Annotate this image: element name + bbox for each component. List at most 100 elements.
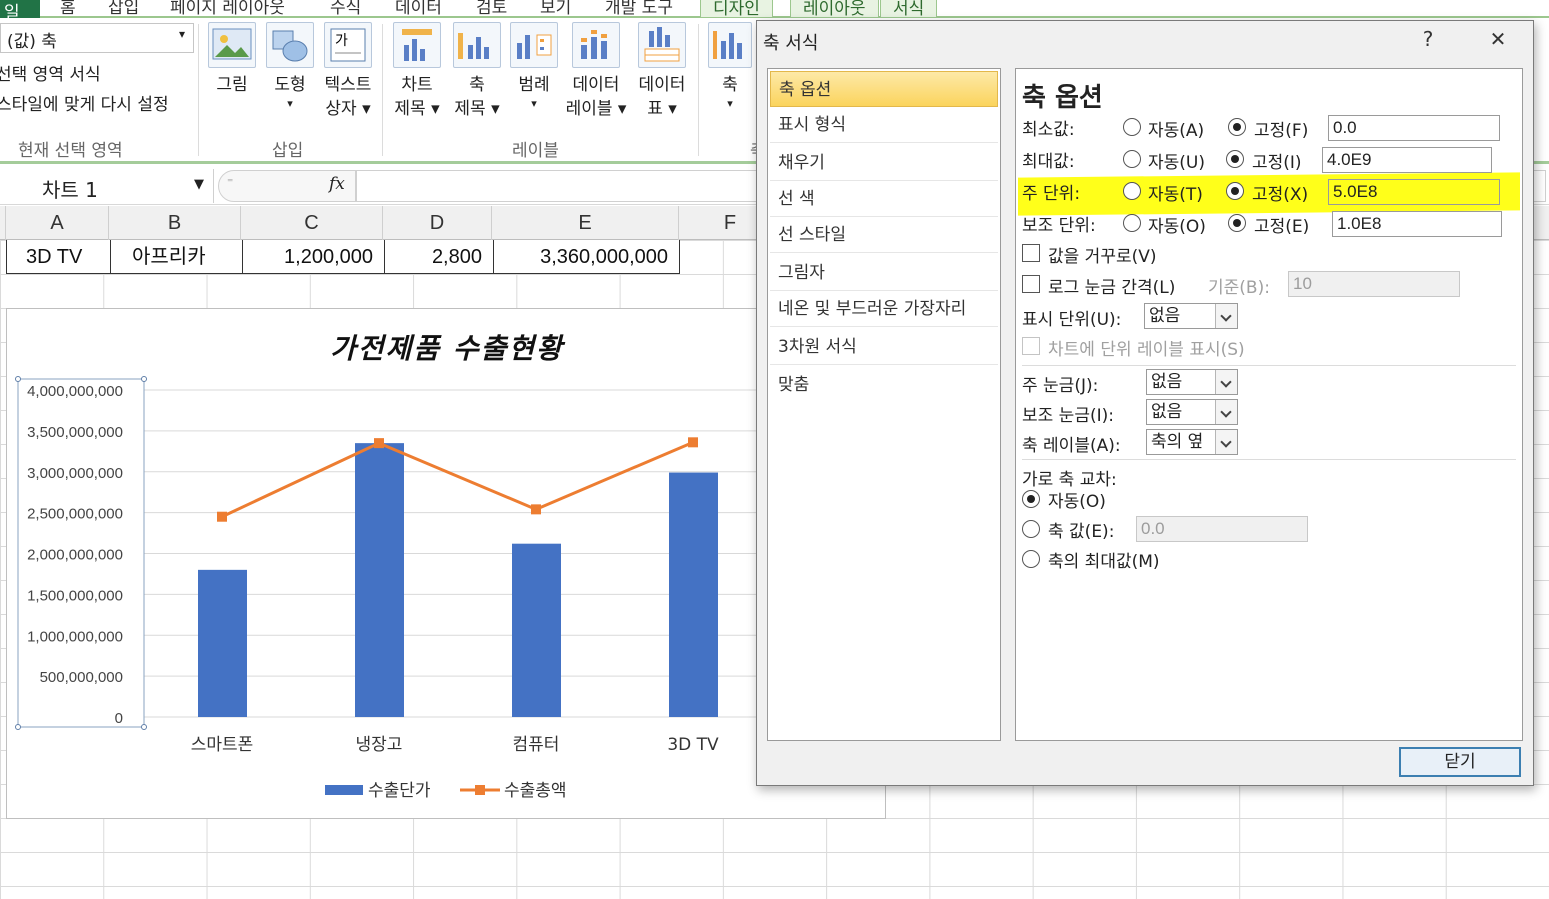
tab-view[interactable]: 보기 <box>540 0 571 18</box>
name-box[interactable]: 차트 1 ▼ <box>0 169 214 203</box>
min-value-input[interactable]: 0.0 <box>1328 115 1500 141</box>
tab-developer[interactable]: 개발 도구 <box>605 0 673 18</box>
column-header-b[interactable]: B <box>109 206 241 240</box>
major-value-input[interactable]: 5.0E8 <box>1328 179 1500 205</box>
max-fixed-radio[interactable] <box>1226 150 1244 168</box>
chart-title-button[interactable]: 차트 제목 ▾ <box>390 22 444 122</box>
line-marker-2 <box>374 438 384 449</box>
display-units-value: 없음 <box>1149 306 1181 326</box>
nav-glow-soft-edges[interactable]: 네온 및 부드러운 가장자리 <box>770 291 998 327</box>
insert-shape-button[interactable]: 도형 ▾ <box>264 22 316 110</box>
column-header-e[interactable]: E <box>492 206 679 240</box>
axis-title-icon <box>453 22 501 68</box>
cross-auto-radio[interactable] <box>1022 490 1040 508</box>
tab-review[interactable]: 검토 <box>476 0 507 18</box>
reverse-checkbox[interactable] <box>1022 244 1040 262</box>
close-button[interactable]: 닫기 <box>1399 747 1521 777</box>
cross-max-radio[interactable] <box>1022 550 1040 568</box>
chart-area[interactable]: 4,000,000,000 3,500,000,000 3,000,000,000 2… <box>6 308 886 819</box>
dialog-title: 축 서식 <box>763 33 819 54</box>
divider <box>1022 459 1516 460</box>
help-button[interactable]: ? <box>1413 27 1443 51</box>
nav-fill[interactable]: 채우기 <box>770 145 998 181</box>
tab-home[interactable]: 홈 <box>60 0 76 18</box>
svg-text:가: 가 <box>335 33 348 49</box>
axes-button[interactable]: 축 ▾ <box>706 22 754 110</box>
max-value-input[interactable]: 4.0E9 <box>1322 147 1492 173</box>
minor-fixed-label: 고정(E) <box>1254 217 1310 237</box>
chart-canvas: 4,000,000,000 3,500,000,000 3,000,000,000 2… <box>15 376 877 801</box>
log-scale-checkbox[interactable] <box>1022 275 1040 293</box>
function-icon[interactable]: fx <box>329 174 345 194</box>
legend-button[interactable]: 범례 ▾ <box>508 22 560 110</box>
major-tick-select[interactable]: 없음 <box>1146 369 1238 395</box>
tab-page-layout[interactable]: 페이지 레이아웃 <box>170 0 285 18</box>
cell-b[interactable]: 아프리카 <box>132 241 206 274</box>
group-separator <box>698 24 699 156</box>
bar-3 <box>512 543 561 717</box>
major-tick-value: 없음 <box>1151 372 1183 392</box>
chart-title-label-1: 차트 <box>401 75 433 95</box>
group-separator <box>382 24 383 156</box>
format-selection-button[interactable]: 선택 영역 서식 <box>0 60 101 85</box>
tab-design[interactable]: 디자인 <box>700 0 773 19</box>
show-units-checkbox[interactable] <box>1022 337 1040 355</box>
data-table-label-1: 데이터 <box>638 75 686 95</box>
tab-format[interactable]: 서식 <box>880 0 938 19</box>
log-base-input[interactable]: 10 <box>1288 271 1460 297</box>
nav-line-style[interactable]: 선 스타일 <box>770 217 998 253</box>
major-auto-radio[interactable] <box>1123 182 1141 200</box>
chart-title[interactable]: 가전제품 수출현황 <box>7 327 887 367</box>
tab-data[interactable]: 데이터 <box>395 0 442 18</box>
tab-file[interactable]: 일 <box>0 0 40 23</box>
dropdown-arrow-icon: ▾ <box>531 97 537 110</box>
major-fixed-radio[interactable] <box>1226 182 1244 200</box>
nav-line-color[interactable]: 선 색 <box>770 181 998 217</box>
cell-d[interactable]: 2,800 <box>389 241 482 274</box>
minor-tick-select[interactable]: 없음 <box>1146 399 1238 425</box>
column-header-a[interactable]: A <box>6 206 109 240</box>
bar-1 <box>198 569 247 717</box>
grip-icon: ⁼ <box>227 175 234 189</box>
major-tick-label: 주 눈금(J): <box>1022 376 1099 396</box>
x-tick-label: 컴퓨터 <box>513 735 560 755</box>
nav-axis-options[interactable]: 축 옵션 <box>770 71 998 107</box>
chevron-down-icon <box>1215 400 1237 424</box>
chevron-down-icon <box>1215 370 1237 394</box>
nav-number[interactable]: 표시 형식 <box>770 107 998 143</box>
tab-layout[interactable]: 레이아웃 <box>790 0 879 19</box>
reset-style-button[interactable]: 스타일에 맞게 다시 설정 <box>0 90 169 115</box>
y-tick-label: 2,000,000,000 <box>27 547 123 564</box>
axis-labels-select[interactable]: 축의 옆 <box>1146 429 1238 455</box>
cell-c[interactable]: 1,200,000 <box>247 241 373 274</box>
minor-fixed-radio[interactable] <box>1228 214 1246 232</box>
data-table-button[interactable]: 데이터 표 ▾ <box>634 22 690 122</box>
group-label-labels: 레이블 <box>512 141 559 161</box>
cross-value-radio[interactable] <box>1022 520 1040 538</box>
tab-formulas[interactable]: 수식 <box>330 0 361 18</box>
data-labels-button[interactable]: 데이터 레이블 ▾ <box>564 22 628 122</box>
axis-title-button[interactable]: 축 제목 ▾ <box>450 22 504 122</box>
nav-shadow[interactable]: 그림자 <box>770 255 998 291</box>
dropdown-arrow-icon: ▾ <box>727 97 733 110</box>
display-units-select[interactable]: 없음 <box>1144 303 1238 329</box>
axis-labels-value: 축의 옆 <box>1151 432 1204 452</box>
tab-insert[interactable]: 삽입 <box>108 0 139 18</box>
cross-value-input[interactable]: 0.0 <box>1136 516 1308 542</box>
minor-auto-radio[interactable] <box>1123 214 1141 232</box>
column-header-c[interactable]: C <box>241 206 383 240</box>
min-fixed-radio[interactable] <box>1228 118 1246 136</box>
min-auto-radio[interactable] <box>1123 118 1141 136</box>
axis-options-panel: 축 옵션 최소값: 자동(A) 고정(F) 0.0 최대값: 자동(U) 고정(… <box>1015 68 1523 741</box>
insert-textbox-button[interactable]: 가 텍스트 상자 ▾ <box>320 22 376 122</box>
nav-alignment[interactable]: 맞춤 <box>770 367 998 403</box>
nav-3d-format[interactable]: 3차원 서식 <box>770 329 998 365</box>
close-icon[interactable]: ✕ <box>1483 27 1513 51</box>
cell-a[interactable]: 3D TV <box>26 241 82 274</box>
insert-picture-button[interactable]: 그림 <box>206 22 258 98</box>
column-header-d[interactable]: D <box>383 206 492 240</box>
minor-value-input[interactable]: 1.0E8 <box>1332 211 1502 237</box>
chart-element-selector[interactable]: (값) 축 ▾ <box>0 23 194 53</box>
max-auto-radio[interactable] <box>1123 150 1141 168</box>
cell-e[interactable]: 3,360,000,000 <box>498 241 668 274</box>
